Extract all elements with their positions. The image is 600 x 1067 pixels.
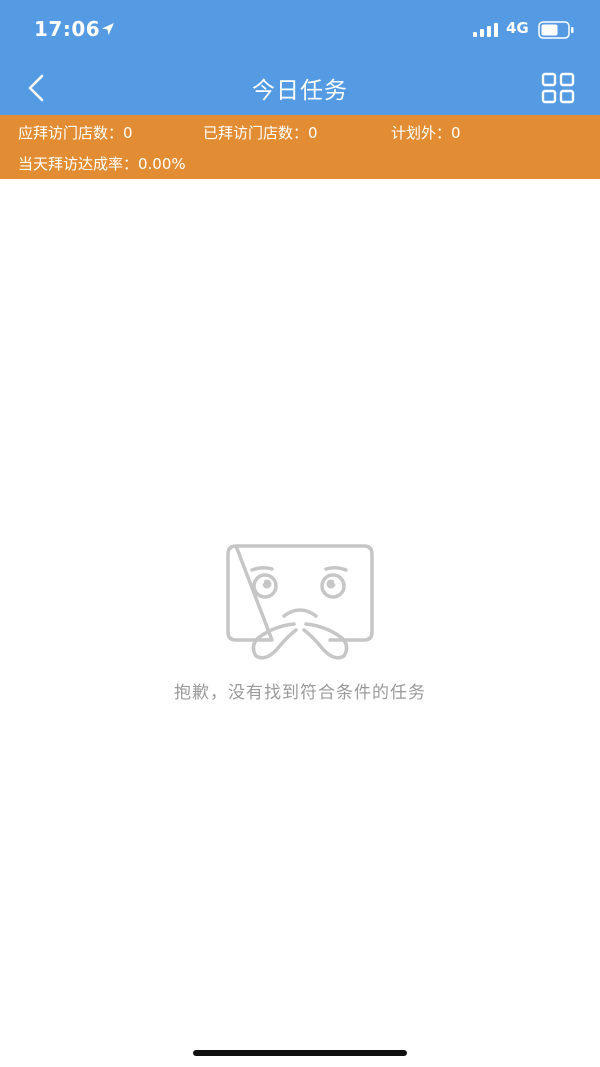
grid-menu-button[interactable]	[538, 70, 578, 106]
visit-stats-bar: 应拜访门店数：0 已拜访门店数：0 计划外：0 当天拜访达成率：0.00%	[0, 115, 600, 179]
location-arrow-icon	[102, 23, 114, 35]
page-title: 今日任务	[252, 78, 348, 104]
network-label: 4G	[506, 19, 529, 37]
home-indicator[interactable]	[193, 1050, 407, 1056]
app-header: 17:06 4G 今日任务	[0, 0, 600, 115]
battery-icon	[538, 21, 574, 39]
sad-face-icon	[226, 544, 374, 660]
grid-icon	[541, 72, 575, 104]
status-time: 17:06	[34, 17, 101, 41]
should-visit-count: 应拜访门店数：0	[18, 124, 133, 142]
status-bar: 17:06 4G	[0, 0, 600, 60]
signal-icon	[473, 23, 498, 37]
visit-achievement-rate: 当天拜访达成率：0.00%	[18, 155, 186, 173]
unplanned-count: 计划外：0	[391, 124, 461, 142]
visited-count: 已拜访门店数：0	[203, 124, 318, 142]
empty-state-message: 抱歉，没有找到符合条件的任务	[174, 683, 426, 703]
nav-bar: 今日任务	[0, 60, 600, 115]
